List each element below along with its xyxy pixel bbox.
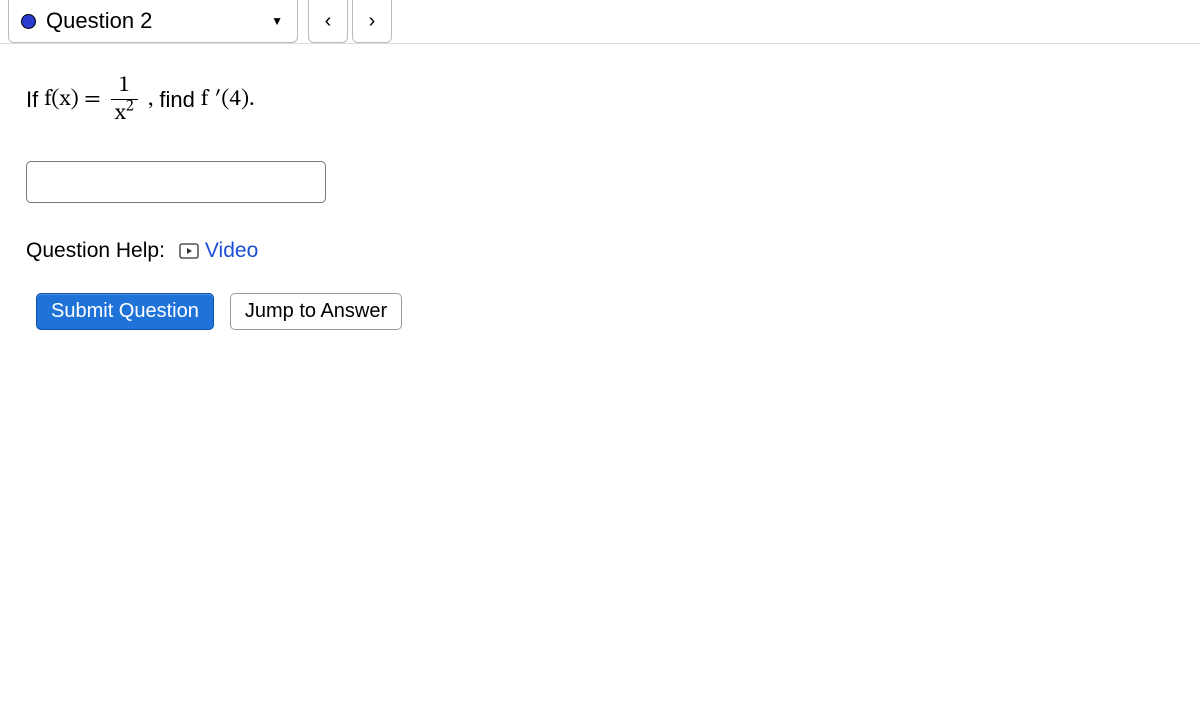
prev-question-button[interactable]: ‹ bbox=[308, 0, 348, 43]
chevron-left-icon: ‹ bbox=[325, 10, 332, 33]
fraction-den-base: x bbox=[115, 102, 126, 125]
prompt-find: find bbox=[159, 87, 194, 113]
question-toolbar: Question 2 ▼ ‹ › bbox=[0, 0, 1200, 44]
video-help-link[interactable]: Video bbox=[179, 239, 258, 263]
question-selector[interactable]: Question 2 ▼ bbox=[8, 0, 298, 43]
answer-input[interactable] bbox=[26, 161, 326, 203]
question-selector-label: Question 2 bbox=[46, 8, 261, 34]
submit-question-button[interactable]: Submit Question bbox=[36, 293, 214, 330]
action-button-row: Submit Question Jump to Answer bbox=[36, 293, 1174, 330]
question-nav-group: ‹ › bbox=[308, 0, 392, 43]
prompt-if: If bbox=[26, 87, 38, 113]
fraction: 1 x2 bbox=[111, 74, 138, 125]
prompt-fprime: f ′(4). bbox=[201, 85, 255, 114]
question-help-label: Question Help: bbox=[26, 239, 165, 263]
prompt-fx-lhs: f(x) = bbox=[44, 85, 100, 114]
next-question-button[interactable]: › bbox=[352, 0, 392, 43]
video-icon bbox=[179, 243, 199, 259]
jump-to-answer-button[interactable]: Jump to Answer bbox=[230, 293, 402, 330]
video-help-label: Video bbox=[205, 239, 258, 263]
chevron-right-icon: › bbox=[369, 10, 376, 33]
status-dot-icon bbox=[21, 14, 36, 29]
question-prompt: If f(x) = 1 x2 , find f ′(4). bbox=[26, 74, 1174, 125]
question-help-row: Question Help: Video bbox=[26, 239, 1174, 263]
fraction-den-exp: 2 bbox=[126, 98, 134, 114]
prompt-comma: , bbox=[148, 85, 154, 114]
caret-down-icon: ▼ bbox=[271, 14, 283, 28]
fraction-numerator: 1 bbox=[115, 74, 134, 99]
fraction-denominator: x2 bbox=[111, 99, 138, 125]
question-content: If f(x) = 1 x2 , find f ′(4). Question H… bbox=[0, 44, 1200, 330]
